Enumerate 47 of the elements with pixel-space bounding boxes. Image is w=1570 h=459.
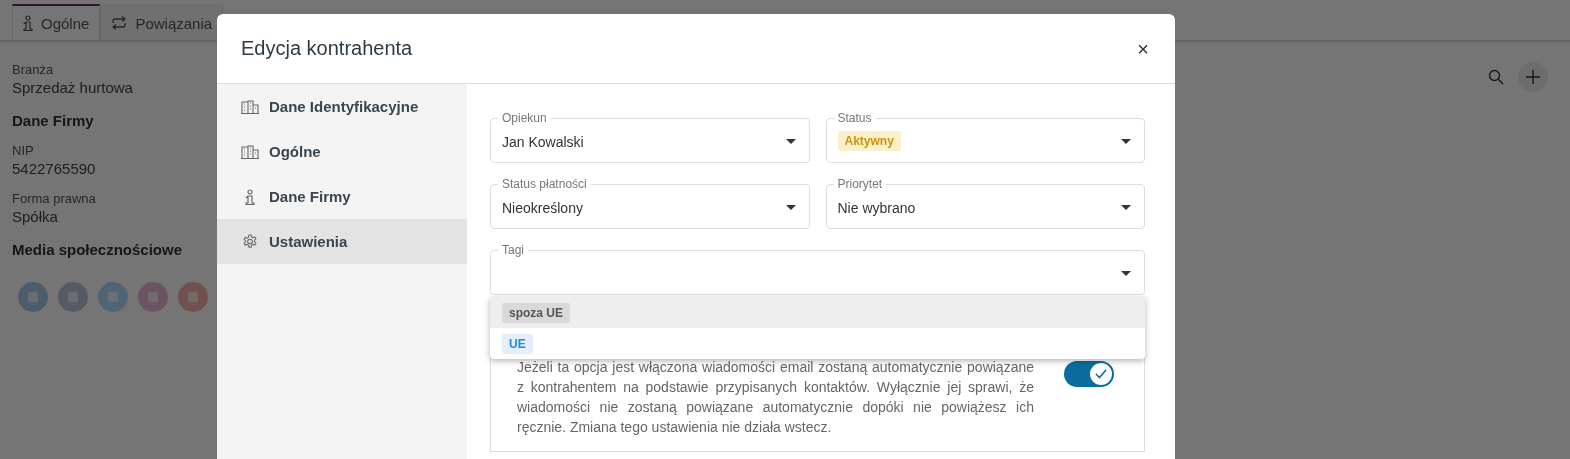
- section-heading: Dane Firmy: [12, 112, 94, 129]
- field-label: NIP: [12, 143, 34, 158]
- dropdown-field[interactable]: Opiekun Jan Kowalski: [490, 111, 810, 163]
- field-label: Tagi: [498, 243, 528, 257]
- field-value: Spółka: [12, 208, 58, 225]
- toggle-switch[interactable]: [1064, 361, 1114, 387]
- sidebar-item[interactable]: Ogólne: [217, 129, 467, 174]
- swap-icon: [111, 16, 128, 30]
- field-label: Branża: [12, 62, 54, 77]
- plus-icon: [1526, 70, 1540, 84]
- status-badge: Aktywny: [837, 130, 901, 151]
- field-label: Status: [833, 111, 876, 125]
- search-icon[interactable]: [1488, 69, 1504, 85]
- caret-icon: [785, 139, 796, 144]
- buildings-icon: [241, 144, 259, 159]
- dropdown-field[interactable]: Status Aktywny: [825, 111, 1145, 163]
- dropdown-field[interactable]: Status płatności Nieokreślony: [490, 177, 810, 229]
- buildings-icon: [241, 99, 259, 114]
- field-value: Jan Kowalski: [502, 132, 584, 150]
- field-label: Status płatności: [498, 177, 591, 191]
- caret-icon: [1121, 205, 1131, 210]
- dropdown-option[interactable]: spoza UE: [490, 297, 1145, 328]
- setting-description: Jeżeli ta opcja jest włączona wiadomości email zostaną automatycznie powiązane z kontrahentem na podstawie przypisanych kontaktów. Wyłącznie jej sprawi, że wiadomości nie zostaną powiązane automatycznie dopóki nie powiążesz ich ręcznie. Zmiana tego ustawienia nie działa wstecz.: [517, 358, 1034, 437]
- field-label: Priorytet: [833, 177, 887, 191]
- add-button[interactable]: [1518, 62, 1548, 92]
- caret-icon: [785, 205, 796, 210]
- field-label: Opiekun: [498, 111, 551, 125]
- field-value: Sprzedaż hurtowa: [12, 79, 133, 96]
- sidebar-item[interactable]: Ustawienia: [217, 219, 467, 264]
- dropdown-field[interactable]: Priorytet Nie wybrano: [825, 177, 1145, 229]
- caret-icon: [1121, 139, 1131, 144]
- field-value: Nie wybrano: [837, 198, 916, 216]
- check-icon: [1095, 369, 1107, 379]
- caret-icon: [1121, 271, 1131, 276]
- tag-chip: spoza UE: [502, 302, 570, 323]
- settings-icon: [241, 234, 259, 249]
- field-value: 5422765590: [12, 160, 96, 177]
- dropdown-field[interactable]: Tagi: [490, 243, 1145, 295]
- sidebar-item[interactable]: Dane Identyfikacyjne: [217, 84, 467, 129]
- tag-chip: UE: [502, 333, 533, 354]
- sidebar-item[interactable]: Dane Firmy: [217, 174, 467, 219]
- close-button[interactable]: ×: [1135, 38, 1151, 59]
- field-value: Nieokreślony: [502, 198, 583, 216]
- section-heading: Media społecznościowe: [12, 241, 183, 258]
- dialog-title: Edycja kontrahenta: [241, 37, 413, 60]
- field-label: Forma prawna: [12, 191, 96, 206]
- info-icon: [23, 15, 33, 31]
